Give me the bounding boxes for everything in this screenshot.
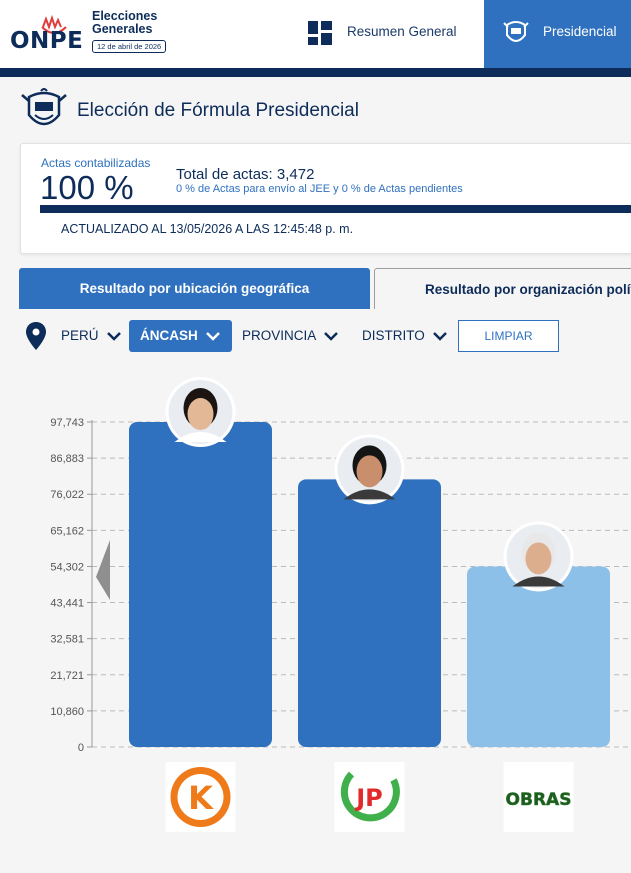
actas-label: Actas contabilizadas bbox=[41, 156, 151, 170]
results-bar-chart: 0 10,860 21,721 32,581 43,441 54,302 65,162 76,… bbox=[50, 377, 631, 832]
filter-country-label: PERÚ bbox=[61, 328, 99, 343]
y-tick-label: 76,022 bbox=[50, 489, 84, 501]
y-tick-label: 43,441 bbox=[50, 598, 84, 610]
filter-country[interactable]: PERÚ bbox=[61, 320, 121, 352]
y-tick-label: 32,581 bbox=[50, 634, 84, 646]
grid-icon bbox=[308, 21, 332, 45]
clear-filters-button[interactable]: LIMPIAR bbox=[458, 320, 559, 352]
header-divider bbox=[0, 68, 631, 77]
party-logo-text: OBRAS bbox=[506, 790, 572, 810]
filter-district-label: DISTRITO bbox=[362, 328, 425, 343]
bar[interactable] bbox=[129, 422, 272, 747]
logo-text: ONPE bbox=[10, 28, 84, 54]
filter-district[interactable]: DISTRITO bbox=[362, 320, 447, 352]
filter-region-label: ÁNCASH bbox=[140, 328, 198, 343]
actas-value: 100 % bbox=[40, 169, 134, 206]
party-logos: K JP OBRAS bbox=[165, 762, 574, 832]
party-logo-text: JP bbox=[354, 784, 383, 812]
election-title: Elecciones Generales bbox=[92, 9, 158, 36]
location-pin-icon bbox=[26, 322, 46, 350]
nav-resumen-label: Resumen General bbox=[347, 24, 457, 39]
total-actas: Total de actas: 3,472 bbox=[176, 166, 314, 183]
y-axis-ticks: 0 10,860 21,721 32,581 43,441 54,302 65,162 76,… bbox=[50, 417, 92, 754]
scroll-left-arrow-icon[interactable] bbox=[96, 540, 110, 600]
filter-province-label: PROVINCIA bbox=[242, 328, 317, 343]
nav-presidencial[interactable]: Presidencial bbox=[484, 0, 631, 68]
tab-organizacion-politica[interactable]: Resultado por organización política bbox=[374, 268, 631, 309]
y-tick-label: 0 bbox=[78, 742, 84, 754]
top-header: ONPE Elecciones Generales 12 de abril de… bbox=[0, 0, 631, 68]
chevron-down-icon bbox=[324, 332, 339, 342]
nav-presidencial-label: Presidencial bbox=[543, 24, 617, 39]
chevron-down-icon bbox=[205, 332, 220, 342]
chevron-down-icon bbox=[432, 332, 447, 342]
updated-timestamp: ACTUALIZADO AL 13/05/2026 A LAS 12:45:48… bbox=[61, 222, 354, 236]
actas-status-sub: 0 % de Actas para envío al JEE y 0 % de … bbox=[176, 183, 463, 195]
party-logo-k-icon: K bbox=[165, 762, 236, 832]
chevron-down-icon bbox=[106, 332, 121, 342]
y-tick-label: 54,302 bbox=[50, 561, 84, 573]
y-tick-label: 21,721 bbox=[50, 670, 84, 682]
page-title: Elección de Fórmula Presidencial bbox=[77, 100, 359, 121]
peru-coat-of-arms-icon bbox=[21, 88, 67, 126]
bar[interactable] bbox=[467, 566, 610, 747]
y-tick-label: 86,883 bbox=[50, 453, 84, 465]
summary-card: Actas contabilizadas 100 % Total de acta… bbox=[20, 143, 631, 254]
bar[interactable] bbox=[298, 479, 441, 747]
total-actas-value: 3,472 bbox=[276, 166, 315, 183]
candidate-photo-2 bbox=[334, 434, 405, 505]
filter-region[interactable]: ÁNCASH bbox=[129, 320, 232, 352]
y-tick-label: 10,860 bbox=[50, 706, 84, 718]
tab-ubicacion-geografica[interactable]: Resultado por ubicación geográfica bbox=[19, 268, 370, 309]
total-actas-label: Total de actas: bbox=[176, 166, 273, 183]
candidate-photo-1 bbox=[165, 377, 236, 447]
y-tick-label: 97,743 bbox=[50, 417, 84, 429]
party-logo-obras-icon: OBRAS bbox=[503, 762, 574, 832]
actas-progress-bar bbox=[40, 205, 631, 213]
nav-resumen-general[interactable]: Resumen General bbox=[290, 0, 484, 68]
peru-coat-of-arms-icon bbox=[503, 21, 529, 42]
y-tick-label: 65,162 bbox=[50, 525, 84, 537]
filter-province[interactable]: PROVINCIA bbox=[242, 320, 339, 352]
party-logo-jp-icon: JP bbox=[334, 762, 405, 832]
party-logo-text: K bbox=[188, 779, 214, 817]
candidate-photo-3 bbox=[503, 521, 574, 592]
election-date: 12 de abril de 2026 bbox=[92, 40, 167, 53]
